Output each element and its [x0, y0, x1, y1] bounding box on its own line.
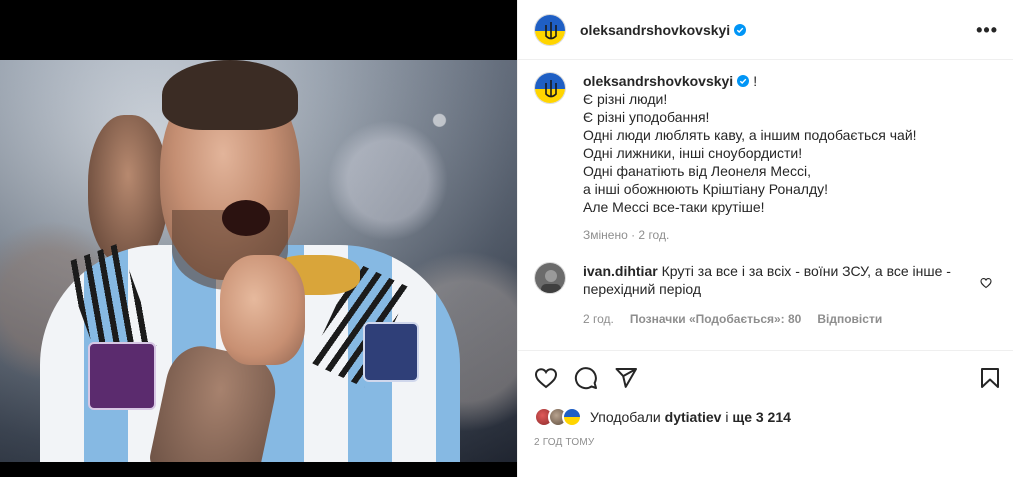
player-hair [162, 60, 298, 130]
post-header: oleksandrshovkovskyi ••• [518, 0, 1013, 60]
likes-connector: і [725, 409, 729, 425]
liker-avatars[interactable] [534, 407, 582, 427]
teammate-figure [88, 115, 168, 265]
verified-badge-icon [734, 23, 747, 36]
likes-prefix: Уподобали [590, 409, 661, 425]
comment-icon[interactable] [574, 366, 598, 390]
caption-line: Одні лижники, інші сноубордисти! [583, 145, 803, 161]
liker-avatar [562, 407, 582, 427]
commenter-avatar[interactable] [534, 262, 566, 294]
likes-count[interactable]: ще 3 214 [732, 409, 791, 425]
caption-line: Є різні уподобання! [583, 109, 710, 125]
heart-icon[interactable] [534, 366, 558, 390]
team-badge [363, 322, 419, 382]
post-date[interactable]: 2 ГОД ТОМУ [534, 437, 594, 448]
author-avatar[interactable] [534, 13, 566, 46]
caption-line: Одні люди люблять каву, а іншим подобаєт… [583, 127, 917, 143]
author-username[interactable]: oleksandrshovkovskyi [580, 22, 730, 38]
comment-item: ivan.dihtiar Круті за все і за всіх - во… [534, 262, 1004, 328]
caption-line: Але Мессі все-таки крутіше! [583, 199, 765, 215]
player-mouth [222, 200, 270, 236]
post-sidebar: oleksandrshovkovskyi ••• oleksandrshovko… [517, 0, 1013, 477]
world-cup-badge [88, 342, 156, 410]
liker-username[interactable]: dytiatiev [665, 409, 722, 425]
player-fist [220, 255, 305, 365]
heart-icon[interactable] [980, 277, 992, 289]
caption-line: Є різні люди! [583, 91, 668, 107]
caption-line: Одні фанатіють від Леонеля Мессі, [583, 163, 811, 179]
caption-username[interactable]: oleksandrshovkovskyi [583, 73, 733, 89]
likes-summary: Уподобали dytiatiev і ще 3 214 [534, 405, 791, 429]
bookmark-icon[interactable] [978, 366, 1002, 390]
verified-badge-icon [737, 75, 750, 87]
commenter-username[interactable]: ivan.dihtiar [583, 263, 658, 279]
caption-meta: Змінено · 2 год. [583, 228, 670, 242]
caption-suffix: ! [753, 73, 758, 89]
reply-button[interactable]: Відповісти [817, 310, 882, 328]
action-bar [518, 350, 1013, 404]
post-video[interactable] [0, 60, 517, 462]
caption-line: а інші обожнюють Кріштіану Роналду! [583, 181, 829, 197]
comment-time[interactable]: 2 год. [583, 310, 614, 328]
comment-likes[interactable]: Позначки «Подобається»: 80 [630, 310, 801, 328]
caption: oleksandrshovkovskyi ! Є різні люди! Є р… [534, 72, 1004, 242]
more-options-icon[interactable]: ••• [976, 20, 998, 41]
share-icon[interactable] [614, 366, 638, 390]
post-media[interactable] [0, 0, 517, 477]
caption-avatar[interactable] [534, 72, 566, 104]
